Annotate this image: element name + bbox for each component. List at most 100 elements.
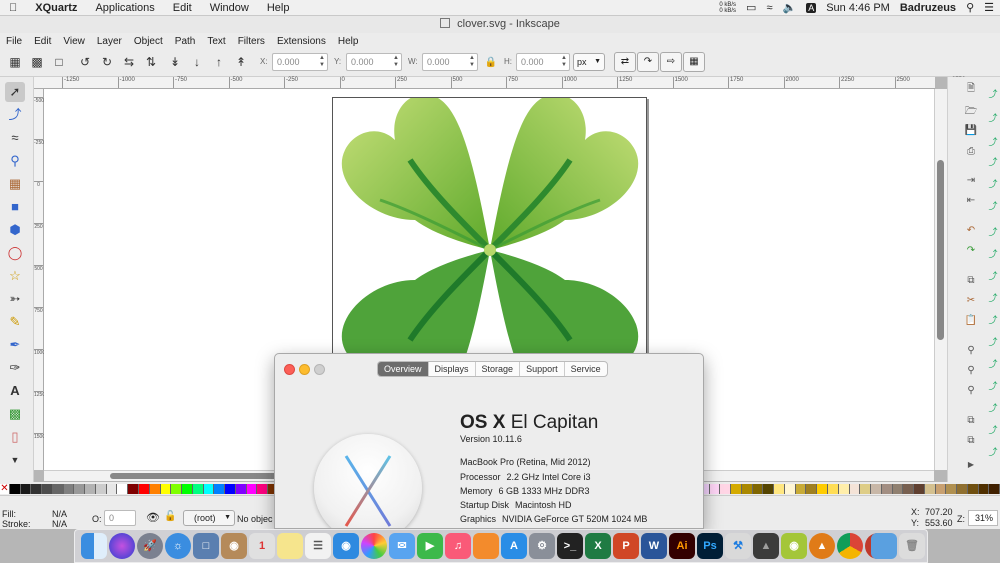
color-swatch[interactable] bbox=[235, 483, 247, 494]
notification-center-icon[interactable]: ☰ bbox=[984, 1, 994, 14]
tab-displays[interactable]: Displays bbox=[429, 362, 476, 376]
android-studio-icon[interactable]: ◉ bbox=[781, 533, 807, 559]
color-swatch[interactable] bbox=[257, 483, 269, 494]
system-preferences-icon[interactable]: ⚙ bbox=[529, 533, 555, 559]
minimize-button[interactable] bbox=[299, 364, 310, 375]
tweak-tool-icon[interactable]: ≈ bbox=[5, 128, 25, 148]
star-tool-icon[interactable]: ☆ bbox=[5, 266, 25, 286]
print-icon[interactable]: ⎙ bbox=[963, 144, 979, 160]
color-swatch[interactable] bbox=[117, 483, 129, 494]
color-swatch[interactable] bbox=[881, 483, 893, 494]
snap-toggle-icon[interactable]: ⤴ bbox=[986, 87, 1000, 101]
color-swatch[interactable] bbox=[892, 483, 904, 494]
color-swatch[interactable] bbox=[817, 483, 828, 494]
cut-icon[interactable]: ✂ bbox=[963, 293, 979, 309]
redo-icon[interactable]: ↷ bbox=[963, 243, 979, 259]
export-icon[interactable]: ⇤ bbox=[963, 193, 979, 209]
flip-horizontal-icon[interactable]: ⇆ bbox=[120, 54, 138, 71]
color-swatch[interactable] bbox=[838, 483, 850, 494]
rectangle-tool-icon[interactable]: ■ bbox=[5, 197, 25, 217]
calligraphy-tool-icon[interactable]: ✑ bbox=[5, 358, 25, 378]
layer-select[interactable]: (root) ▼ bbox=[183, 510, 235, 526]
x-field[interactable]: 0.000 ▲ ▼ bbox=[272, 53, 328, 71]
zoom-field[interactable]: 31% bbox=[968, 510, 998, 526]
color-swatch[interactable] bbox=[709, 483, 721, 494]
color-swatch[interactable] bbox=[20, 483, 32, 494]
color-swatch[interactable] bbox=[42, 483, 53, 494]
more-commands-icon[interactable]: ▶ bbox=[963, 457, 979, 473]
spin-arrows-icon[interactable]: ▲ ▼ bbox=[561, 55, 567, 69]
color-swatch[interactable] bbox=[214, 483, 226, 494]
snap-bbox-edge-icon[interactable]: ⤴ bbox=[986, 135, 1000, 149]
color-swatch[interactable] bbox=[85, 483, 96, 494]
snap-nodes-icon[interactable]: ⤴ bbox=[986, 225, 1000, 239]
menu-view[interactable]: View bbox=[57, 36, 91, 47]
move-gradients-icon[interactable]: ⇨ bbox=[660, 52, 682, 72]
facetime-icon[interactable]: ▶ bbox=[417, 533, 443, 559]
snap-paths-icon[interactable]: ⤴ bbox=[986, 247, 1000, 261]
eraser-tool-icon[interactable]: ▯ bbox=[5, 427, 25, 447]
xcode-icon[interactable]: ⚒ bbox=[725, 533, 751, 559]
open-icon[interactable]: 🗁 bbox=[963, 104, 979, 120]
color-swatch[interactable] bbox=[160, 483, 172, 494]
tab-overview[interactable]: Overview bbox=[378, 362, 429, 376]
messages-icon[interactable]: ✉ bbox=[389, 533, 415, 559]
spiral-tool-icon[interactable]: ➳ bbox=[5, 289, 25, 309]
opacity-field[interactable]: 0 bbox=[104, 510, 136, 526]
color-swatch[interactable] bbox=[967, 483, 979, 494]
move-patterns-icon[interactable]: ▦ bbox=[683, 52, 705, 72]
pen-tool-icon[interactable]: ✒ bbox=[5, 335, 25, 355]
color-swatch[interactable] bbox=[52, 483, 64, 494]
color-swatch[interactable] bbox=[149, 483, 161, 494]
calendar-icon[interactable]: 1 bbox=[249, 533, 275, 559]
select-all-layers-icon[interactable]: ▩ bbox=[28, 54, 46, 71]
menu-help[interactable]: Help bbox=[258, 0, 299, 16]
snap-bbox-center-icon[interactable]: ⤴ bbox=[986, 199, 1000, 213]
snap-midpoints-icon[interactable]: ⤴ bbox=[986, 335, 1000, 349]
lock-ratio-icon[interactable]: 🔒 bbox=[482, 54, 500, 71]
menu-layer[interactable]: Layer bbox=[91, 36, 128, 47]
app-store-icon[interactable]: A bbox=[501, 533, 527, 559]
zoom-drawing-icon[interactable]: ⚲ bbox=[963, 363, 979, 379]
photoshop-icon[interactable]: Ps bbox=[697, 533, 723, 559]
rotate-ccw-icon[interactable]: ↺ bbox=[76, 54, 94, 71]
notes-icon[interactable] bbox=[277, 533, 303, 559]
scale-corners-icon[interactable]: ↷ bbox=[637, 52, 659, 72]
vlc-icon[interactable]: ▲ bbox=[809, 533, 835, 559]
menu-edit[interactable]: Edit bbox=[28, 36, 57, 47]
color-swatch[interactable] bbox=[720, 483, 732, 494]
save-icon[interactable]: 💾 bbox=[963, 123, 979, 139]
photos-icon[interactable] bbox=[361, 533, 387, 559]
unit-select[interactable]: px ▼ bbox=[573, 53, 605, 71]
color-swatch[interactable] bbox=[935, 483, 947, 494]
input-source-indicator[interactable]: A bbox=[806, 2, 817, 13]
node-tool-icon[interactable]: ⤴ bbox=[5, 105, 25, 125]
paste-icon[interactable]: 📋 bbox=[963, 313, 979, 329]
color-swatch[interactable] bbox=[860, 483, 872, 494]
itunes-icon[interactable]: ♫ bbox=[445, 533, 471, 559]
preview-icon[interactable]: □ bbox=[193, 533, 219, 559]
terminal-icon[interactable]: >_ bbox=[557, 533, 583, 559]
color-swatch[interactable] bbox=[203, 483, 215, 494]
ellipse-tool-icon[interactable]: ◯ bbox=[5, 243, 25, 263]
color-swatch[interactable] bbox=[225, 483, 236, 494]
menu-edit[interactable]: Edit bbox=[164, 0, 201, 16]
text-tool-icon[interactable]: A bbox=[5, 381, 25, 401]
menu-path[interactable]: Path bbox=[169, 36, 202, 47]
powerpoint-icon[interactable]: P bbox=[613, 533, 639, 559]
downloads-folder-icon[interactable] bbox=[871, 533, 897, 559]
illustrator-icon[interactable]: Ai bbox=[669, 533, 695, 559]
color-swatch[interactable] bbox=[246, 483, 258, 494]
snap-cusp-icon[interactable]: ⤴ bbox=[986, 291, 1000, 305]
color-swatch[interactable] bbox=[731, 483, 742, 494]
vertical-scroll-thumb[interactable] bbox=[937, 160, 944, 340]
clone-icon[interactable]: ⧉ bbox=[963, 433, 979, 449]
snap-intersections-icon[interactable]: ⤴ bbox=[986, 269, 1000, 283]
flip-vertical-icon[interactable]: ⇅ bbox=[142, 54, 160, 71]
color-swatch[interactable] bbox=[63, 483, 75, 494]
layer-visibility-icon[interactable]: 👁 bbox=[146, 511, 160, 524]
select-all-icon[interactable]: ▦ bbox=[6, 54, 24, 71]
snap-bbox-midpoint-icon[interactable]: ⤴ bbox=[986, 177, 1000, 191]
color-swatch[interactable] bbox=[806, 483, 818, 494]
color-swatch[interactable] bbox=[957, 483, 968, 494]
